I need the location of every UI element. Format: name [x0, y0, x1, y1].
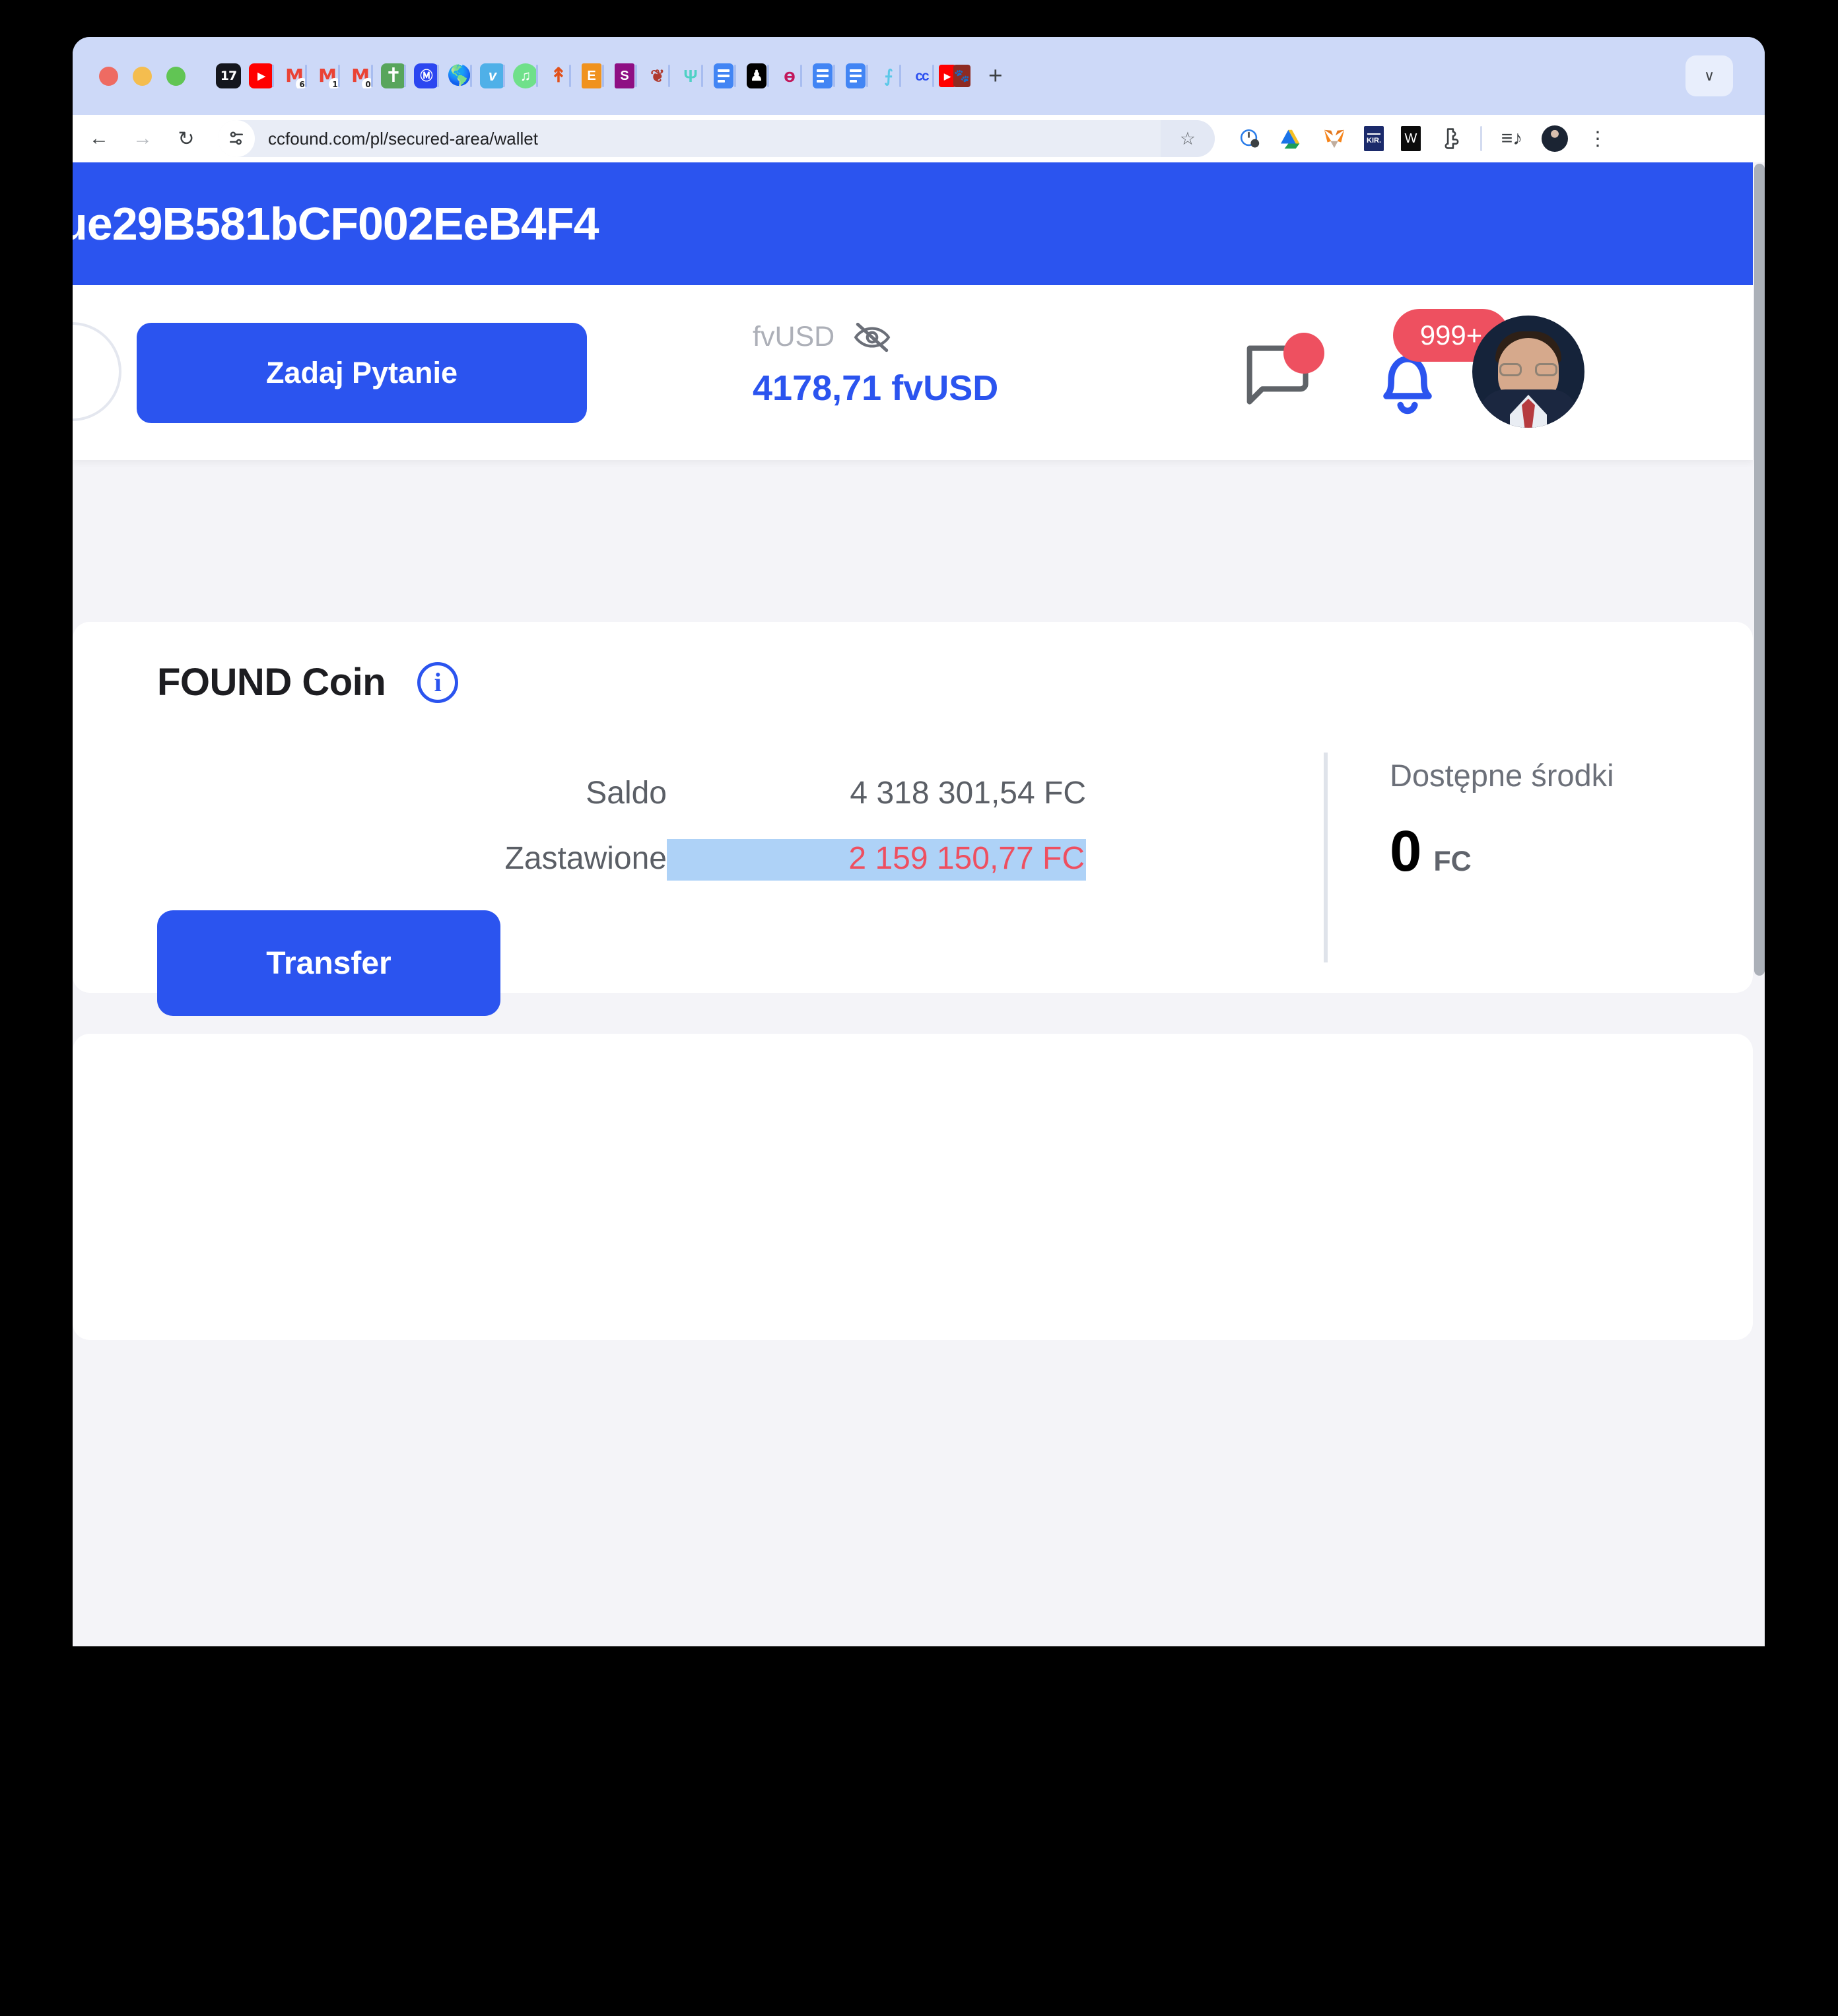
arrow-up-icon: ↟ [550, 65, 567, 86]
document-icon [813, 63, 833, 88]
wallet-address-text: ue29B581bCF002EeB4F4 [73, 198, 599, 250]
document-icon [714, 63, 733, 88]
scrollbar-thumb[interactable] [1754, 164, 1765, 976]
balance-value-saldo: 4 318 301,54 FC [850, 776, 1086, 811]
minimize-window-button[interactable] [133, 66, 152, 86]
balance-label-saldo: Saldo [586, 776, 667, 811]
zigzag-icon: ⨍ [884, 66, 893, 86]
available-funds-block: Dostępne środki 0 FC [1390, 757, 1614, 880]
balances-table: Saldo 4 318 301,54 FC Zastawione 2 159 1… [205, 775, 1086, 903]
e-note-icon: E [582, 63, 601, 88]
page-title: FOUND Coin [157, 661, 386, 704]
close-window-button[interactable] [99, 66, 118, 86]
new-tab-button[interactable]: + [988, 62, 1003, 90]
metamask-extension-icon[interactable] [1322, 126, 1347, 151]
table-row: Zastawione 2 159 150,77 FC [205, 839, 1086, 903]
ccfound-icon: cc [915, 68, 929, 84]
spotify-icon: ♫ [513, 63, 538, 88]
forward-button[interactable]: → [125, 127, 160, 150]
transfer-button[interactable]: Transfer [157, 910, 500, 1016]
avatar-glasses [1498, 363, 1559, 376]
sidebar-avatar-stub [73, 322, 121, 421]
puzzle-extensions-icon[interactable] [1438, 126, 1463, 151]
horn-icon: Ψ [683, 66, 698, 86]
chat-unread-dot [1283, 333, 1324, 374]
bull-icon: ❦ [650, 66, 665, 86]
gmail-icon: M6 [282, 63, 307, 88]
tab-list: 17 ▶ M6 M1 M0 ✝ Ⓜ 🌎 v ♫ ↟ E S ❦ Ψ ♟ ө ⨍ … [212, 59, 1685, 93]
tab-strip: 17 ▶ M6 M1 M0 ✝ Ⓜ 🌎 v ♫ ↟ E S ❦ Ψ ♟ ө ⨍ … [73, 37, 1765, 115]
chat-button[interactable] [1241, 333, 1324, 415]
url-text[interactable]: ccfound.com/pl/secured-area/wallet [268, 129, 538, 149]
maximize-window-button[interactable] [166, 66, 186, 86]
browser-window: 17 ▶ M6 M1 M0 ✝ Ⓜ 🌎 v ♫ ↟ E S ❦ Ψ ♟ ө ⨍ … [73, 37, 1765, 162]
bookmark-star-icon[interactable]: ☆ [1161, 120, 1215, 157]
privacy-badger-extension-icon[interactable] [1237, 126, 1262, 151]
kir-extension-icon[interactable]: KIR. [1364, 126, 1384, 151]
document-icon [846, 63, 866, 88]
fvusd-balance-widget: fvUSD 4178,71 fvUSD [753, 321, 998, 409]
cross-icon: ✝ [381, 63, 406, 88]
gmail-icon: M1 [315, 63, 340, 88]
extensions-toolbar: KIR. W ≡♪ ⋮ [1237, 125, 1610, 152]
available-funds-label: Dostępne środki [1390, 758, 1614, 793]
notifications-button[interactable]: 999+ [1372, 309, 1509, 423]
back-button[interactable]: ← [82, 127, 116, 150]
user-avatar[interactable] [1472, 316, 1584, 428]
reload-button[interactable]: ↻ [169, 127, 203, 151]
s-note-icon: S [615, 63, 634, 88]
available-funds-row: 0 FC [1390, 823, 1614, 880]
found-coin-card: FOUND Coin i Saldo 4 318 301,54 FC Zasta… [73, 622, 1753, 1016]
tradingview-tab[interactable]: 17 [212, 59, 245, 93]
media-control-icon[interactable]: ≡♪ [1499, 126, 1524, 151]
available-funds-value: 0 [1390, 819, 1422, 883]
youtube-paw-tab[interactable]: ▶ 🐾 [932, 59, 971, 93]
coinmarketcap-icon: Ⓜ [414, 63, 439, 88]
gmail-icon: M0 [348, 63, 373, 88]
site-settings-icon[interactable] [218, 120, 255, 157]
page-viewport: ue29B581bCF002EeB4F4 Zadaj Pytanie fvUSD… [73, 162, 1765, 1646]
toolbar-divider [1480, 126, 1482, 151]
balance-label-zastawione: Zastawione [504, 841, 667, 876]
dark-square-icon: ♟ [747, 63, 766, 88]
available-funds-unit: FC [1433, 846, 1472, 877]
lower-card [73, 1034, 1753, 1340]
vertical-divider [1324, 753, 1328, 962]
app-header: Zadaj Pytanie fvUSD 4178,71 fvUSD 999+ [73, 285, 1753, 460]
google-drive-extension-icon[interactable] [1279, 126, 1305, 151]
table-row: Saldo 4 318 301,54 FC [205, 775, 1086, 839]
browser-menu-icon[interactable]: ⋮ [1585, 126, 1610, 151]
tab-search-button[interactable]: ∨ [1685, 55, 1733, 96]
window-controls [99, 66, 186, 86]
globe-icon: 🌎 [447, 65, 472, 86]
youtube-icon: ▶ [249, 63, 274, 88]
balance-currency-label: fvUSD [753, 321, 835, 353]
navigation-toolbar: ← → ↻ ccfound.com/pl/secured-area/wallet… [73, 115, 1765, 162]
ask-question-button[interactable]: Zadaj Pytanie [137, 323, 587, 423]
wallet-address-banner: ue29B581bCF002EeB4F4 [73, 162, 1753, 285]
eye-off-icon[interactable] [853, 322, 891, 353]
browser-profile-avatar[interactable] [1542, 125, 1568, 152]
info-icon[interactable]: i [417, 661, 459, 703]
tradingview-icon: 17 [216, 63, 241, 88]
card-title-row: FOUND Coin i [157, 660, 459, 704]
address-bar[interactable]: ccfound.com/pl/secured-area/wallet ☆ [218, 120, 1215, 157]
vimeo-icon: v [480, 63, 505, 88]
w-extension-icon[interactable]: W [1401, 126, 1421, 151]
page-scrollbar[interactable] [1753, 162, 1765, 1646]
fvusd-balance-amount: 4178,71 fvUSD [753, 368, 999, 408]
paw-icon: 🐾 [953, 65, 970, 87]
six-circle-icon: ө [784, 65, 796, 86]
balance-value-zastawione[interactable]: 2 159 150,77 FC [667, 839, 1086, 881]
balance-currency-row: fvUSD [753, 321, 998, 353]
